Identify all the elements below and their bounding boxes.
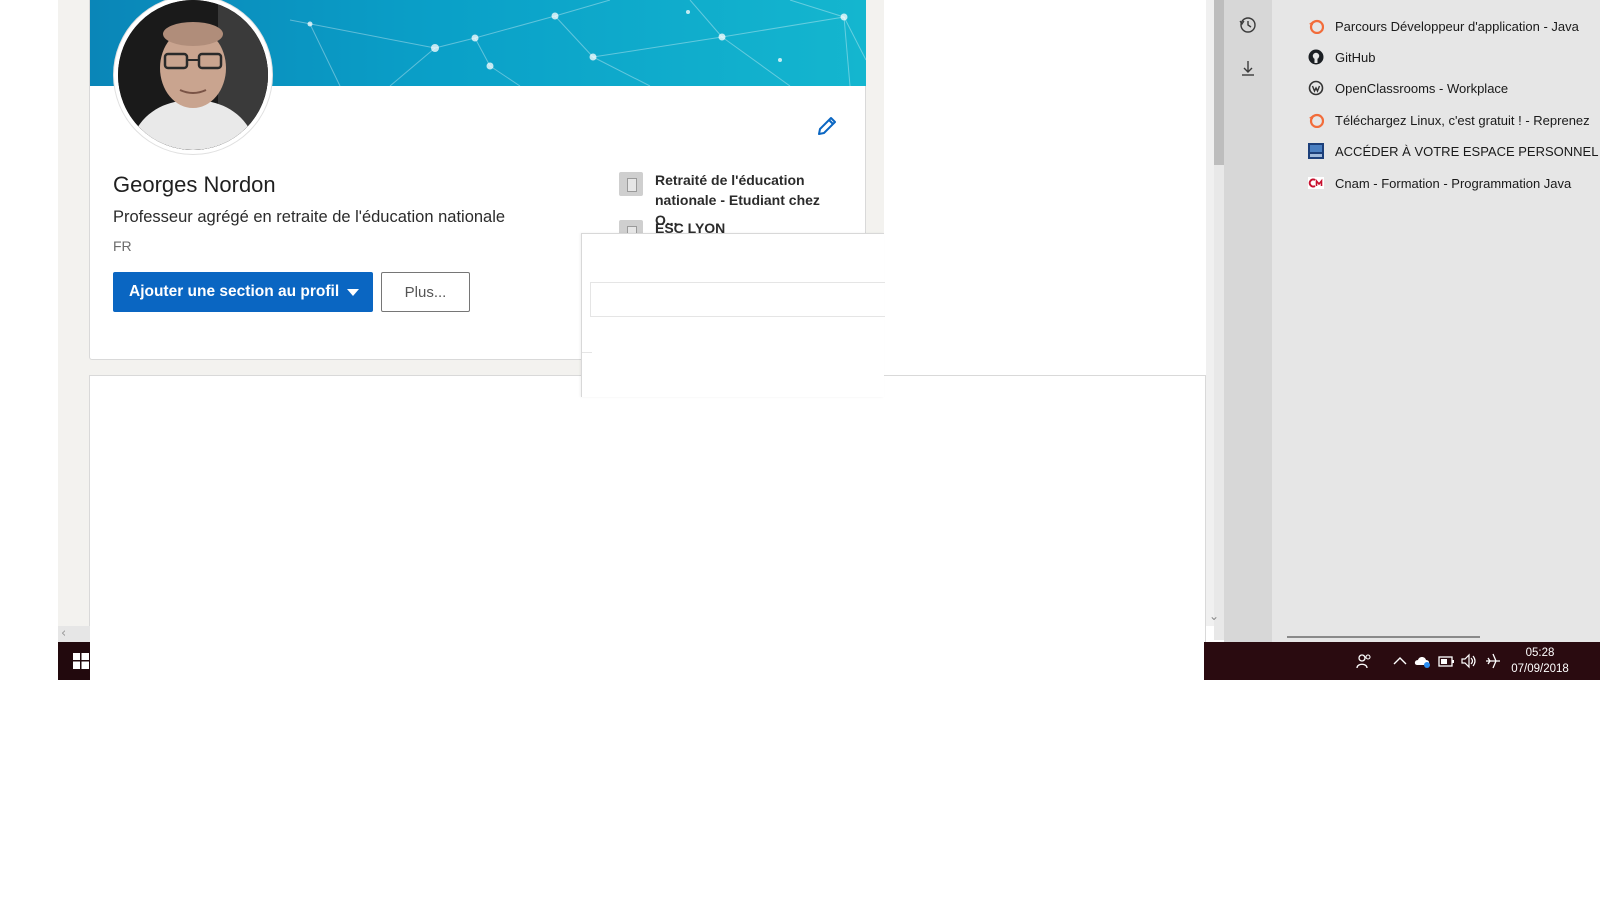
hub-side-rail (1224, 0, 1272, 642)
onedrive-icon[interactable] (1414, 652, 1432, 670)
profile-avatar[interactable] (114, 0, 272, 154)
favorite-label: ACCÉDER À VOTRE ESPACE PERSONNEL – (1335, 143, 1600, 159)
scroll-left-arrow-icon[interactable]: ‹ (61, 626, 66, 641)
profile-name: Georges Nordon (113, 172, 276, 197)
add-profile-section-button[interactable]: Ajouter une section au profil (113, 272, 373, 312)
hub-horizontal-scrollbar[interactable] (1287, 636, 1480, 638)
favorite-item[interactable]: ACCÉDER À VOTRE ESPACE PERSONNEL – (1308, 141, 1600, 161)
clock-time: 05:28 (1525, 647, 1555, 659)
profile-headline: Professeur agrégé en retraite de l'éduca… (113, 208, 506, 226)
workplace-logo-icon (1308, 80, 1324, 96)
openclassrooms-logo-icon (1309, 19, 1324, 34)
popover-divider (590, 282, 885, 283)
profile-photo (118, 0, 268, 150)
browser-scrollbar-thumb[interactable] (1214, 0, 1224, 165)
profile-section-card (89, 375, 1206, 642)
page-vertical-scrollbar[interactable] (1206, 0, 1214, 626)
windows-logo-icon (73, 653, 89, 669)
github-logo-icon (1308, 49, 1324, 65)
favorite-item[interactable]: GitHub (1308, 47, 1375, 67)
system-clock[interactable]: 05:28 07/09/2018 (1510, 645, 1570, 677)
dropdown-popover (581, 233, 885, 397)
favorite-label: Parcours Développeur d'application - Jav… (1335, 18, 1579, 34)
people-icon[interactable] (1355, 652, 1373, 670)
popover-divider (590, 282, 591, 316)
history-icon[interactable] (1238, 15, 1258, 35)
site-logo-icon (1308, 143, 1324, 159)
edit-pencil-icon[interactable] (815, 114, 839, 138)
popover-divider (582, 352, 592, 353)
chevron-down-icon (347, 289, 359, 296)
favorite-item[interactable]: Cnam - Formation - Programmation Java (1308, 173, 1571, 193)
favorite-label: Téléchargez Linux, c'est gratuit ! - Rep… (1335, 112, 1590, 128)
popover-divider (590, 316, 885, 317)
favorite-label: GitHub (1335, 49, 1376, 65)
favorite-label: Cnam - Formation - Programmation Java (1335, 175, 1572, 191)
favorite-item[interactable]: Parcours Développeur d'application - Jav… (1308, 16, 1579, 36)
battery-icon[interactable] (1437, 652, 1455, 670)
company-icon (619, 172, 643, 196)
cnam-logo-icon (1308, 177, 1324, 189)
profile-location: FR (113, 238, 132, 254)
airplane-mode-icon[interactable] (1484, 652, 1502, 670)
favorite-label: OpenClassrooms - Workplace (1335, 80, 1509, 96)
clock-date: 07/09/2018 (1511, 663, 1569, 675)
scroll-down-arrow-icon[interactable]: ⌄ (1209, 609, 1219, 623)
favorite-item[interactable]: OpenClassrooms - Workplace (1308, 78, 1508, 98)
more-button[interactable]: Plus... (381, 272, 470, 312)
download-icon[interactable] (1238, 58, 1258, 78)
browser-scrollbar-track[interactable] (1214, 165, 1224, 640)
chevron-up-icon[interactable] (1391, 652, 1409, 670)
volume-icon[interactable] (1460, 652, 1478, 670)
favorite-item[interactable]: Téléchargez Linux, c'est gratuit ! - Rep… (1308, 110, 1590, 130)
openclassrooms-logo-icon (1309, 113, 1324, 128)
add-profile-section-label: Ajouter une section au profil (129, 283, 340, 300)
